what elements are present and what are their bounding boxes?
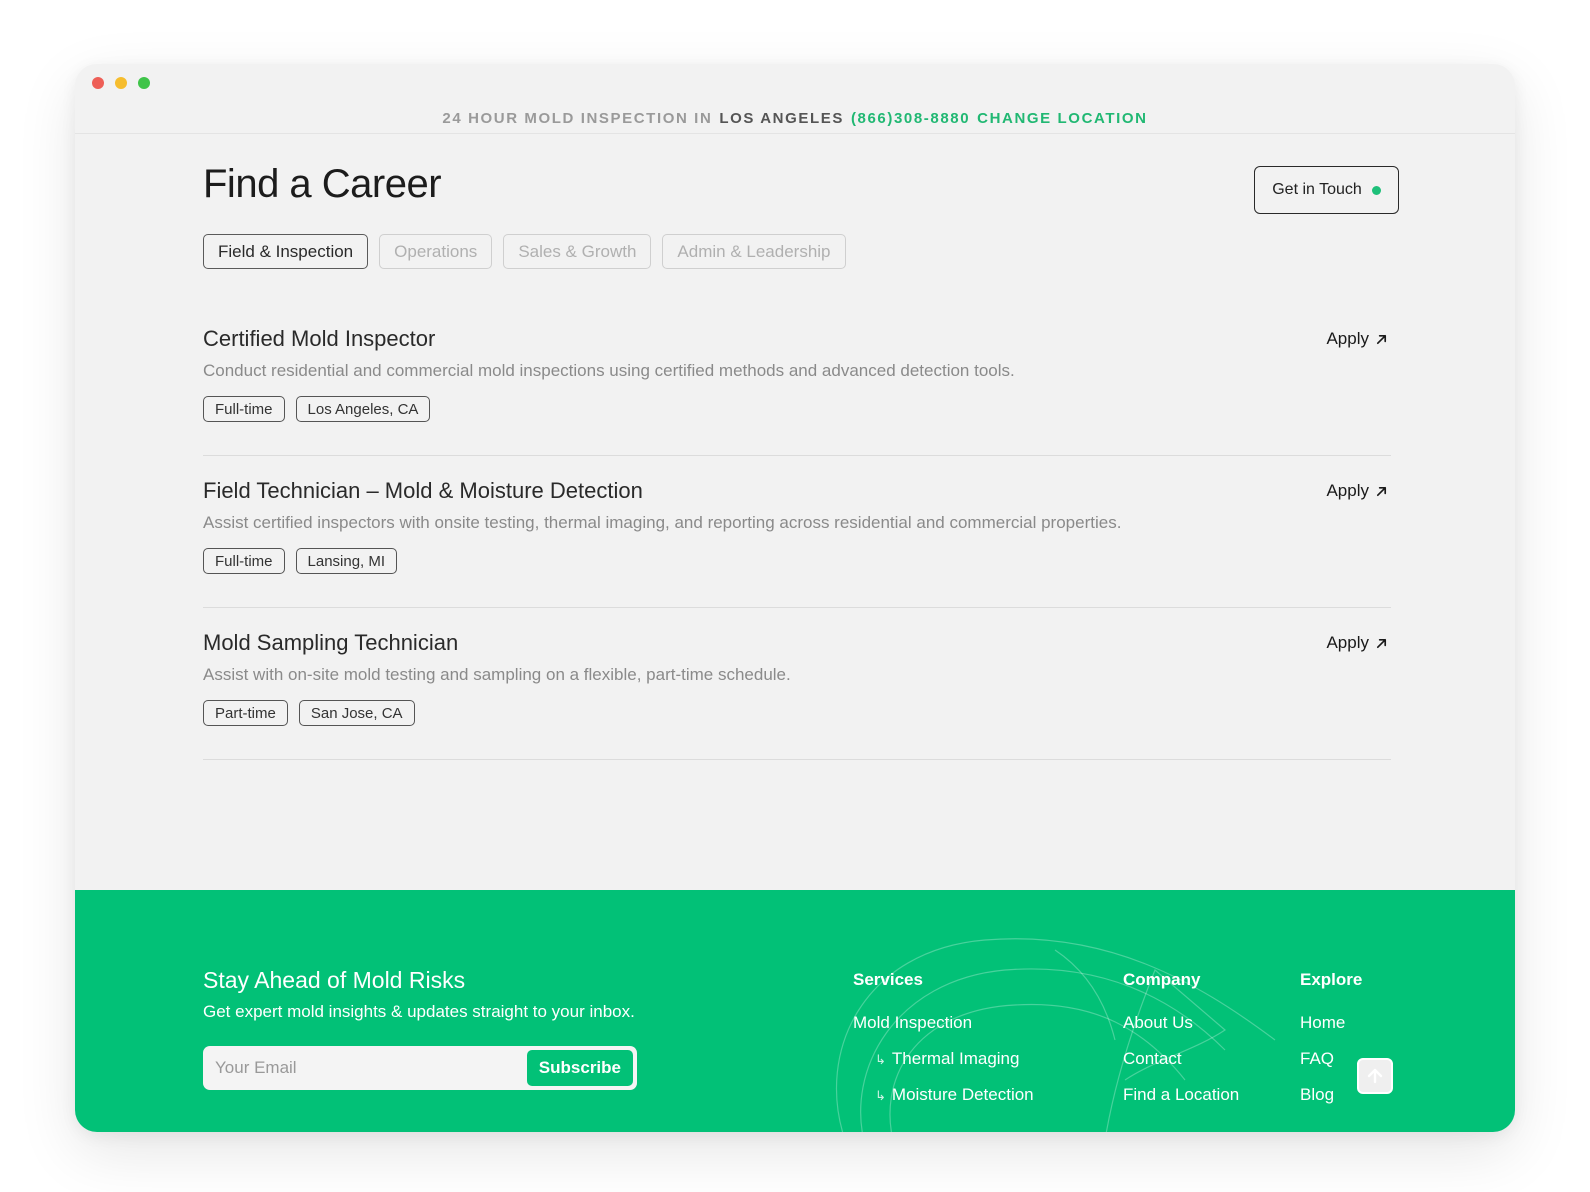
job-title: Field Technician – Mold & Moisture Detec… xyxy=(203,478,643,503)
footer-link-mold-inspection[interactable]: Mold Inspection xyxy=(853,1013,1034,1049)
job-listing: Mold Sampling Technician Assist with on-… xyxy=(203,608,1391,760)
job-location-tag: Lansing, MI xyxy=(295,548,398,574)
announcement-bar: 24 HOUR MOLD INSPECTION IN LOS ANGELES (… xyxy=(75,104,1515,134)
tab-field-inspection[interactable]: Field & Inspection xyxy=(203,234,369,269)
footer-link-faq[interactable]: FAQ xyxy=(1300,1049,1362,1085)
announcement-text: 24 HOUR MOLD INSPECTION IN xyxy=(442,110,713,127)
footer-link-contact[interactable]: Contact xyxy=(1123,1049,1239,1085)
status-dot-icon xyxy=(1371,185,1381,195)
footer-link-label: Moisture Detection xyxy=(891,1085,1034,1104)
services-heading: Services xyxy=(853,970,923,989)
job-tags: Full-time Los Angeles, CA xyxy=(203,396,431,422)
tab-sales-growth[interactable]: Sales & Growth xyxy=(503,234,652,269)
get-in-touch-button[interactable]: Get in Touch xyxy=(1254,166,1399,214)
job-location-tag: San Jose, CA xyxy=(298,700,415,726)
footer-link-thermal-imaging[interactable]: ↳ Thermal Imaging xyxy=(853,1049,1034,1085)
arrow-up-right-icon xyxy=(1376,486,1387,496)
apply-label: Apply xyxy=(1326,481,1369,500)
apply-link[interactable]: Apply xyxy=(1326,481,1388,501)
footer-company-column: Company About Us Contact Find a Location xyxy=(1123,970,1239,1121)
footer-link-home[interactable]: Home xyxy=(1300,1013,1362,1049)
job-listing: Certified Mold Inspector Conduct residen… xyxy=(203,304,1391,456)
phone-link[interactable]: (866)308-8880 xyxy=(851,110,970,127)
category-tabs: Field & Inspection Operations Sales & Gr… xyxy=(203,234,846,269)
minimize-window-button[interactable] xyxy=(115,77,127,89)
job-list: Certified Mold Inspector Conduct residen… xyxy=(203,304,1391,760)
job-title: Mold Sampling Technician xyxy=(203,630,459,655)
job-location-tag: Los Angeles, CA xyxy=(295,396,431,422)
footer-link-blog[interactable]: Blog xyxy=(1300,1085,1362,1121)
newsletter-title: Stay Ahead of Mold Risks xyxy=(203,967,466,993)
page-title: Find a Career xyxy=(203,162,442,206)
tab-admin-leadership[interactable]: Admin & Leadership xyxy=(662,234,846,269)
apply-link[interactable]: Apply xyxy=(1326,329,1388,349)
arrow-up-right-icon xyxy=(1376,638,1387,648)
footer-link-about-us[interactable]: About Us xyxy=(1123,1013,1239,1049)
subscribe-form: Subscribe xyxy=(203,1046,637,1090)
job-description: Assist with on-site mold testing and sam… xyxy=(203,665,791,684)
apply-link[interactable]: Apply xyxy=(1326,633,1388,653)
subscribe-button[interactable]: Subscribe xyxy=(526,1050,633,1086)
job-tags: Full-time Lansing, MI xyxy=(203,548,398,574)
return-arrow-icon: ↳ xyxy=(875,1052,886,1067)
apply-label: Apply xyxy=(1326,329,1369,348)
tab-operations[interactable]: Operations xyxy=(379,234,493,269)
arrow-up-right-icon xyxy=(1376,334,1387,344)
job-listing: Field Technician – Mold & Moisture Detec… xyxy=(203,456,1391,608)
job-title: Certified Mold Inspector xyxy=(203,326,436,351)
arrow-up-icon xyxy=(1367,1068,1383,1084)
apply-label: Apply xyxy=(1326,633,1369,652)
footer-link-moisture-detection[interactable]: ↳ Moisture Detection xyxy=(853,1085,1034,1121)
footer-link-label: Thermal Imaging xyxy=(891,1049,1020,1068)
window-controls xyxy=(92,77,150,89)
footer-explore-column: Explore Home FAQ Blog xyxy=(1300,970,1362,1121)
change-location-link[interactable]: CHANGE LOCATION xyxy=(977,110,1147,127)
footer-services-column: Services Mold Inspection ↳ Thermal Imagi… xyxy=(853,970,1034,1121)
get-in-touch-label: Get in Touch xyxy=(1272,181,1362,198)
footer-link-find-location[interactable]: Find a Location xyxy=(1123,1085,1239,1121)
site-footer: Stay Ahead of Mold Risks Get expert mold… xyxy=(75,890,1515,1132)
job-type-tag: Full-time xyxy=(203,548,285,574)
return-arrow-icon: ↳ xyxy=(875,1088,886,1103)
job-description: Assist certified inspectors with onsite … xyxy=(203,513,1122,532)
explore-heading: Explore xyxy=(1300,970,1363,989)
job-type-tag: Part-time xyxy=(203,700,288,726)
current-location: LOS ANGELES xyxy=(719,110,844,127)
job-description: Conduct residential and commercial mold … xyxy=(203,361,1015,380)
company-heading: Company xyxy=(1123,970,1201,989)
back-to-top-button[interactable] xyxy=(1357,1058,1393,1094)
job-tags: Part-time San Jose, CA xyxy=(203,700,415,726)
browser-window: 24 HOUR MOLD INSPECTION IN LOS ANGELES (… xyxy=(75,64,1515,1132)
email-input[interactable] xyxy=(203,1046,527,1090)
newsletter-subtitle: Get expert mold insights & updates strai… xyxy=(203,1002,635,1021)
maximize-window-button[interactable] xyxy=(138,77,150,89)
close-window-button[interactable] xyxy=(92,77,104,89)
job-type-tag: Full-time xyxy=(203,396,285,422)
